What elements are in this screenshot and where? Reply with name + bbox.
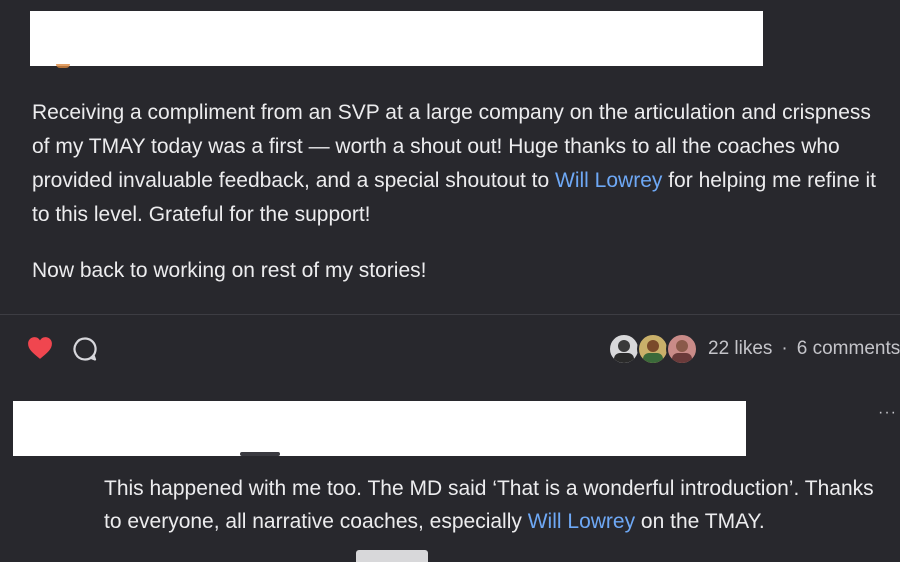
- post-action-bar: 22 likes · 6 comments: [0, 330, 900, 368]
- separator-dot: ·: [781, 338, 788, 359]
- post-paragraph: Now back to working on rest of my storie…: [32, 259, 427, 282]
- comments-count[interactable]: 6 comments: [797, 338, 900, 359]
- liker-avatars[interactable]: [608, 333, 698, 365]
- avatar: [608, 333, 640, 365]
- tooltip-tab: [356, 550, 428, 562]
- comment-text: This happened with me too. The MD said ‘…: [104, 477, 874, 533]
- comment-bubble-icon[interactable]: [72, 336, 98, 362]
- likes-count[interactable]: 22 likes: [708, 338, 772, 359]
- divider: [0, 314, 900, 315]
- author-avatar-edge: [56, 64, 70, 68]
- mention-link[interactable]: Will Lowrey: [555, 169, 662, 192]
- mention-link[interactable]: Will Lowrey: [528, 510, 635, 533]
- heart-icon[interactable]: [27, 336, 53, 360]
- commenter-meta-edge: [240, 452, 280, 456]
- post-paragraph: Receiving a compliment from an SVP at a …: [32, 101, 876, 226]
- engagement-stats: 22 likes · 6 comments: [708, 338, 900, 360]
- redacted-commenter-header: [13, 401, 746, 456]
- avatar: [666, 333, 698, 365]
- redacted-author-header: [30, 11, 763, 66]
- more-options-icon[interactable]: ···: [878, 404, 897, 422]
- post-body: Receiving a compliment from an SVP at a …: [32, 96, 882, 310]
- avatar: [637, 333, 669, 365]
